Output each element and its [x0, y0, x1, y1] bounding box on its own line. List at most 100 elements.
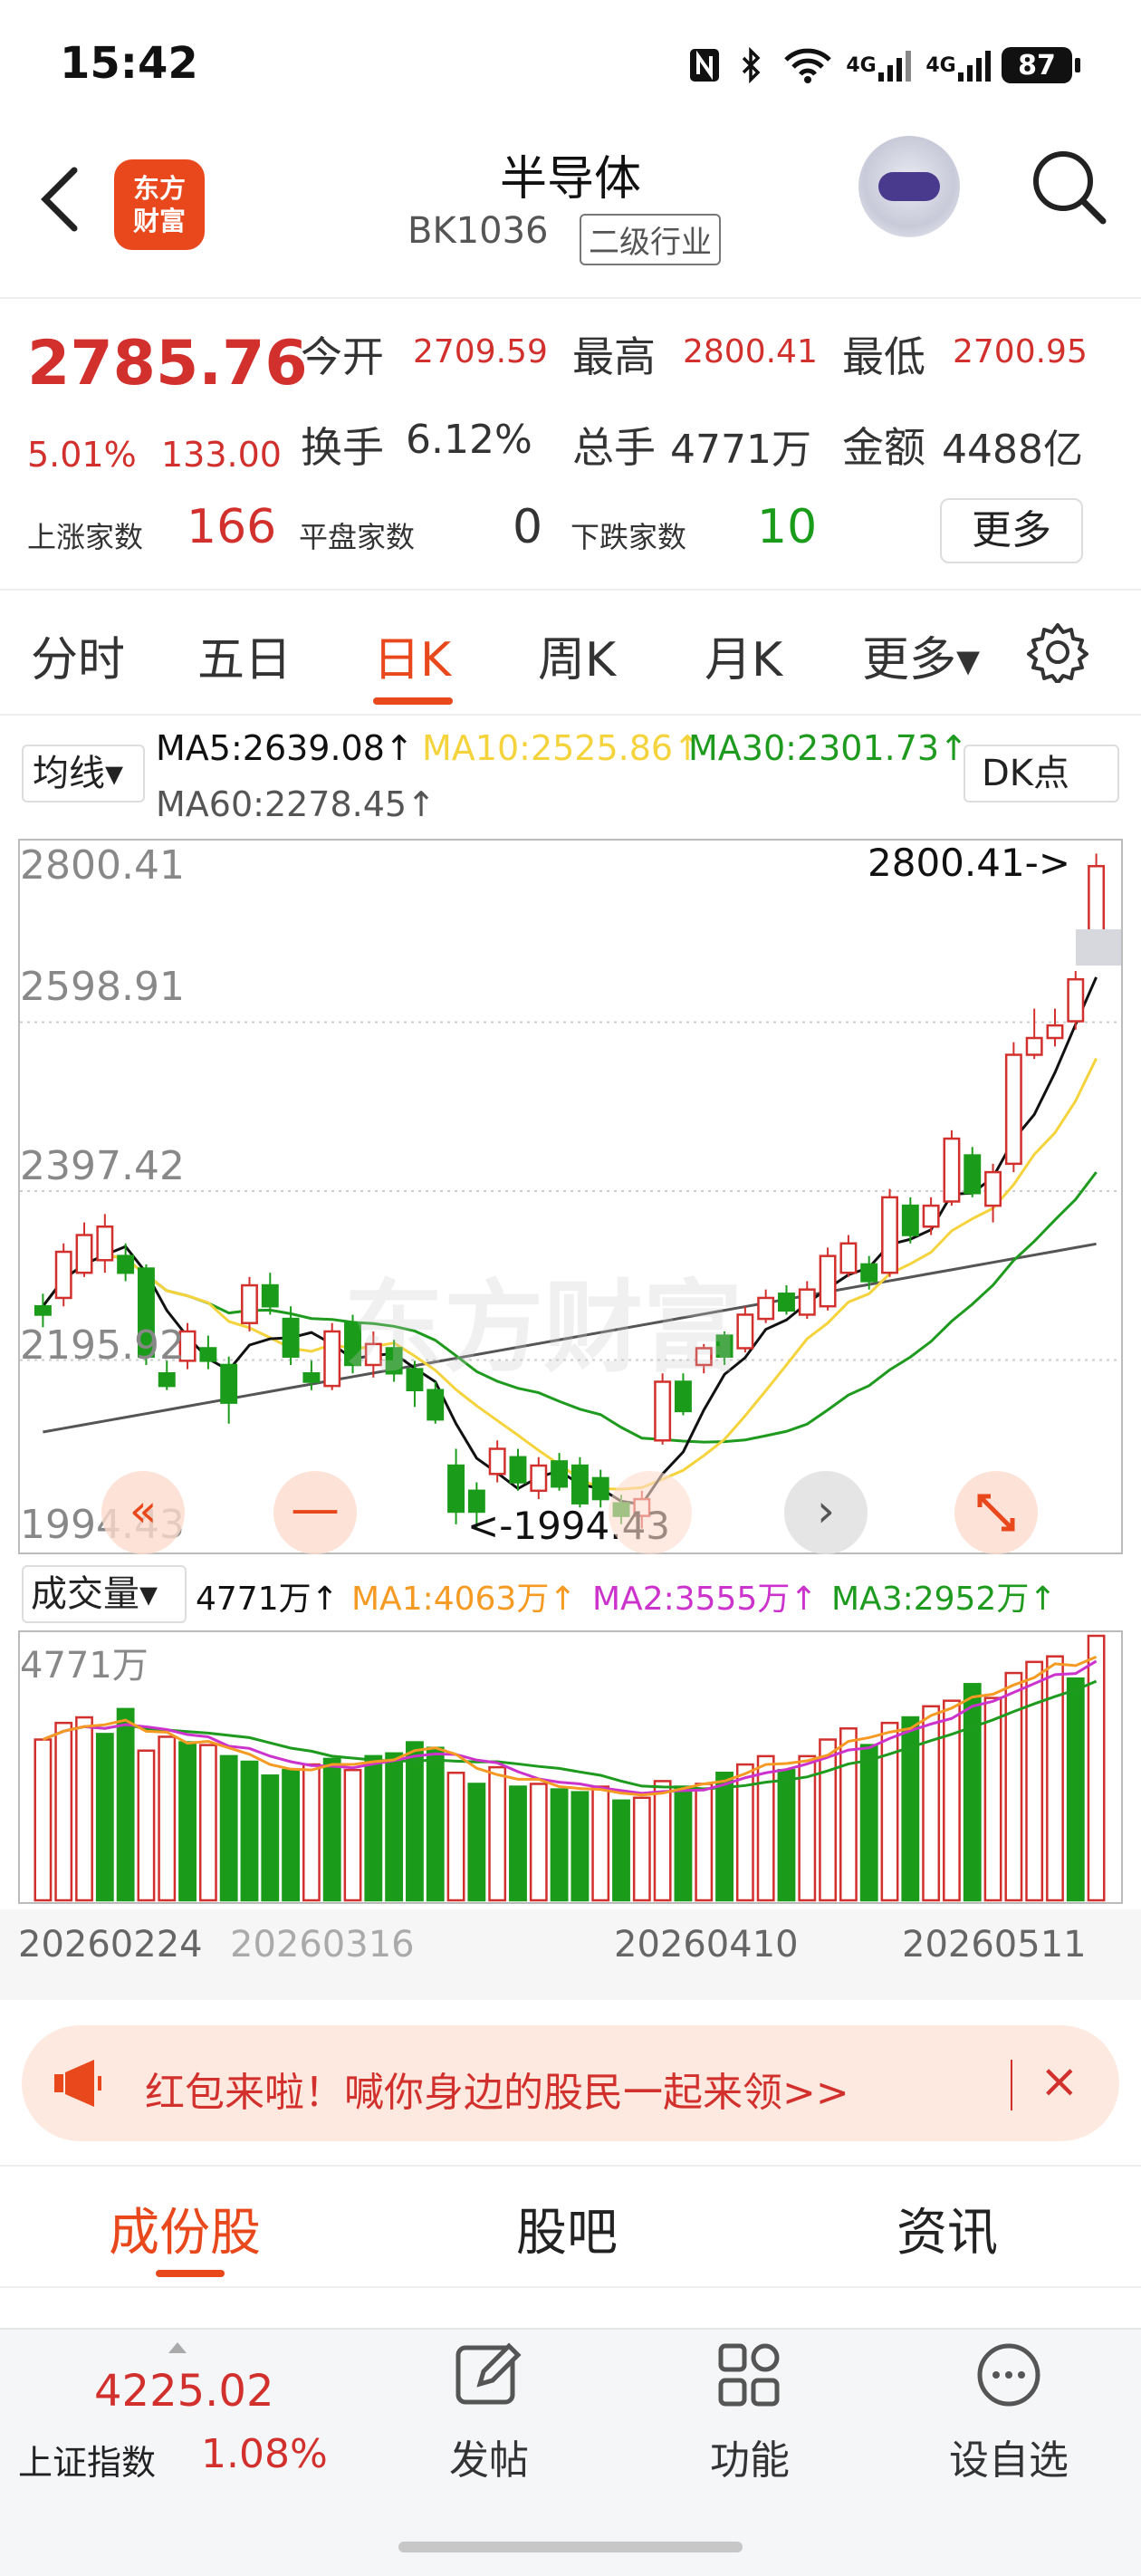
y-label-2: 2598.91 — [20, 964, 185, 1010]
up-count: 166 — [187, 500, 277, 554]
volume-bar — [695, 1783, 714, 1902]
volume-bar — [116, 1707, 135, 1902]
tab-forum[interactable]: 股吧 — [516, 2192, 618, 2265]
tab-intraday[interactable]: 分时 — [31, 621, 125, 689]
volume-bar — [983, 1697, 1002, 1902]
candle — [591, 1476, 609, 1501]
post-button[interactable]: 发帖 — [417, 2301, 561, 2500]
volume-label: 总手 — [572, 423, 656, 472]
candle — [241, 1283, 258, 1324]
signal-icon-2: 4G — [922, 47, 996, 83]
candle — [839, 1242, 858, 1274]
settings-gear-icon[interactable] — [1027, 621, 1088, 685]
tab-weekly-k[interactable]: 周K — [538, 621, 616, 689]
volume-bar — [302, 1763, 321, 1902]
vol-ma1-label: MA1:4063万↑ — [351, 1581, 577, 1618]
edit-icon — [455, 2342, 522, 2405]
status-time: 15:42 — [60, 38, 198, 89]
candle — [117, 1254, 135, 1274]
signal-icon-1: 4G — [842, 47, 916, 83]
candle — [158, 1371, 176, 1388]
dk-point-button[interactable]: DK点 — [964, 745, 1119, 803]
date-label: 20260224 — [18, 1924, 203, 1966]
kline-chart[interactable] — [18, 839, 1123, 1554]
scroll-left-icon[interactable]: « — [101, 1471, 185, 1554]
volume-bar — [54, 1721, 73, 1902]
zoom-out-icon[interactable]: — — [273, 1471, 357, 1554]
volume-chart[interactable] — [18, 1630, 1123, 1904]
volume-bar — [612, 1799, 630, 1902]
candle — [922, 1204, 940, 1228]
candle — [261, 1283, 279, 1308]
volume-bar — [570, 1791, 590, 1902]
add-watchlist-button[interactable]: 设自选 — [936, 2301, 1081, 2500]
ma-selector[interactable]: 均线▾ — [22, 745, 145, 803]
back-arrow-icon[interactable] — [34, 163, 89, 235]
volume-bar — [158, 1735, 177, 1902]
candle — [1004, 1053, 1022, 1166]
amount-value: 4488亿 — [942, 427, 1083, 473]
tab-daily-k[interactable]: 日K — [373, 621, 451, 689]
tab-more[interactable]: 更多▾ — [862, 621, 980, 689]
open-value: 2709.59 — [413, 333, 548, 370]
candle — [427, 1389, 445, 1421]
current-price: 2785.76 — [27, 328, 308, 399]
search-icon[interactable] — [1029, 147, 1110, 228]
vol-y-label: 4771万 — [20, 1645, 149, 1687]
nfc-icon — [686, 47, 723, 83]
functions-button[interactable]: 功能 — [677, 2301, 822, 2500]
candle — [96, 1226, 114, 1262]
volume-bar — [653, 1780, 672, 1902]
tab-news[interactable]: 资讯 — [896, 2192, 998, 2265]
volume-bar — [1066, 1677, 1085, 1902]
volume-bar — [488, 1765, 507, 1902]
fullscreen-icon[interactable] — [954, 1471, 1038, 1554]
close-icon[interactable]: × — [1040, 2054, 1079, 2109]
volume-bar — [34, 1738, 53, 1902]
ma60-label: MA60:2278.45↑ — [156, 784, 436, 824]
banner-text: 红包来啦！喊你身边的股民一起来领>> — [145, 2070, 849, 2116]
volume-bar — [1046, 1655, 1064, 1902]
index-value[interactable]: 4225.02 — [94, 2366, 274, 2417]
volume-bar — [529, 1783, 548, 1902]
candle — [220, 1363, 238, 1404]
volume-bar — [963, 1683, 982, 1902]
candle — [75, 1234, 93, 1274]
more-quote-button[interactable]: 更多 — [940, 498, 1083, 563]
candle — [819, 1254, 837, 1308]
active-tab-indicator — [373, 697, 453, 705]
candle — [778, 1293, 795, 1312]
high-marker: 2800.41-> — [868, 841, 1071, 885]
candle — [282, 1317, 300, 1358]
change-percent: 5.01% — [27, 435, 137, 475]
candle — [530, 1464, 548, 1493]
wifi-icon — [781, 47, 835, 83]
candle — [54, 1250, 72, 1300]
tab-five-day[interactable]: 五日 — [197, 621, 292, 689]
grid-icon — [718, 2343, 780, 2407]
zoom-in-icon[interactable] — [609, 1471, 692, 1554]
tab-constituents[interactable]: 成份股 — [109, 2192, 261, 2265]
volume-bar — [240, 1760, 259, 1902]
volume-bar — [261, 1774, 280, 1902]
robot-assistant-icon[interactable] — [858, 136, 960, 237]
volume-selector[interactable]: 成交量▾ — [22, 1565, 187, 1623]
expand-up-icon[interactable] — [168, 2342, 187, 2353]
date-label: 20260316 — [230, 1924, 415, 1966]
candle — [1088, 865, 1106, 939]
volume-bar — [674, 1785, 693, 1902]
volume-bar — [1025, 1660, 1044, 1902]
volume-bar — [756, 1754, 775, 1902]
volume-bar — [406, 1741, 424, 1902]
app-logo: 东方 财富 — [114, 159, 205, 250]
index-percent: 1.08% — [201, 2431, 328, 2477]
scroll-right-icon[interactable]: › — [784, 1471, 868, 1554]
candle — [1046, 1024, 1064, 1040]
volume-bar — [467, 1783, 486, 1902]
y-label-4: 2195.92 — [20, 1322, 185, 1369]
volume-bar — [632, 1796, 651, 1902]
candle — [570, 1464, 589, 1504]
candle — [984, 1170, 1002, 1207]
tab-monthly-k[interactable]: 月K — [705, 621, 782, 689]
status-bar: 15:42 4G 4G 87 — [0, 0, 1141, 136]
